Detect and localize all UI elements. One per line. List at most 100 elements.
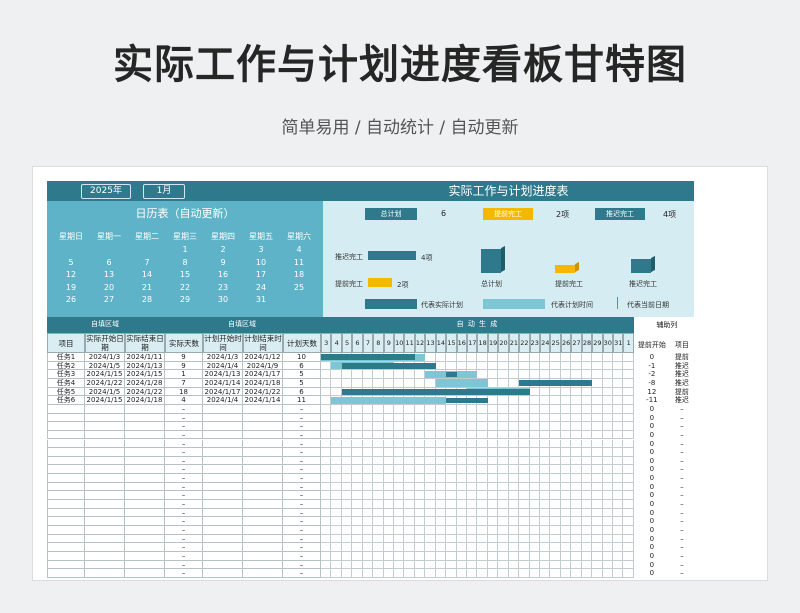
table-cell[interactable]: – xyxy=(283,517,321,526)
table-cell[interactable] xyxy=(203,439,243,449)
table-cell[interactable] xyxy=(203,482,243,492)
table-cell[interactable] xyxy=(47,456,85,466)
table-cell[interactable]: – xyxy=(283,569,321,578)
table-cell[interactable] xyxy=(203,474,243,483)
table-cell[interactable] xyxy=(203,551,243,561)
table-cell[interactable] xyxy=(125,491,165,501)
table-cell[interactable] xyxy=(243,560,283,570)
calendar-day[interactable]: 11 xyxy=(280,258,318,267)
table-cell[interactable] xyxy=(47,560,85,570)
table-cell[interactable]: 2024/1/22 xyxy=(85,378,125,388)
table-cell[interactable]: – xyxy=(165,404,203,414)
table-cell[interactable] xyxy=(125,517,165,526)
table-cell[interactable] xyxy=(243,456,283,466)
year-selector[interactable]: 2025年 xyxy=(81,184,131,199)
table-cell[interactable]: 6 xyxy=(283,361,321,371)
table-cell[interactable]: 2024/1/12 xyxy=(243,353,283,362)
table-cell[interactable] xyxy=(203,517,243,526)
table-cell[interactable]: – xyxy=(283,491,321,501)
table-cell[interactable]: – xyxy=(165,526,203,535)
table-cell[interactable]: – xyxy=(283,551,321,561)
table-cell[interactable]: 5 xyxy=(283,370,321,379)
table-cell[interactable]: 9 xyxy=(165,361,203,371)
calendar-day[interactable]: 13 xyxy=(90,270,128,279)
table-cell[interactable] xyxy=(203,491,243,501)
table-cell[interactable]: – xyxy=(165,500,203,509)
table-cell[interactable] xyxy=(47,439,85,449)
table-cell[interactable] xyxy=(243,534,283,544)
table-cell[interactable]: – xyxy=(283,526,321,535)
table-cell[interactable] xyxy=(85,482,125,492)
table-cell[interactable]: – xyxy=(283,500,321,509)
table-cell[interactable]: 2024/1/17 xyxy=(243,370,283,379)
table-cell[interactable] xyxy=(243,413,283,423)
calendar-day[interactable]: 19 xyxy=(52,283,90,292)
table-cell[interactable] xyxy=(85,508,125,518)
table-cell[interactable] xyxy=(203,456,243,466)
table-cell[interactable]: 2024/1/18 xyxy=(243,378,283,388)
table-cell[interactable] xyxy=(125,526,165,535)
calendar-day[interactable]: 3 xyxy=(242,245,280,254)
table-cell[interactable]: 2024/1/17 xyxy=(203,387,243,397)
table-cell[interactable] xyxy=(203,413,243,423)
table-cell[interactable]: – xyxy=(165,430,203,440)
table-cell[interactable]: – xyxy=(165,491,203,501)
table-cell[interactable]: 9 xyxy=(165,353,203,362)
table-cell[interactable] xyxy=(85,526,125,535)
table-cell[interactable]: 6 xyxy=(283,387,321,397)
table-cell[interactable]: 任务4 xyxy=(47,378,85,388)
table-cell[interactable]: – xyxy=(283,448,321,457)
table-cell[interactable]: – xyxy=(165,422,203,431)
table-cell[interactable]: 2024/1/28 xyxy=(125,378,165,388)
table-cell[interactable]: – xyxy=(283,456,321,466)
calendar-day[interactable]: 1 xyxy=(166,245,204,254)
table-cell[interactable]: – xyxy=(283,543,321,552)
table-cell[interactable] xyxy=(125,569,165,578)
table-cell[interactable]: – xyxy=(283,474,321,483)
table-cell[interactable]: 任务3 xyxy=(47,370,85,379)
calendar-day[interactable]: 5 xyxy=(52,258,90,267)
table-cell[interactable]: – xyxy=(283,508,321,518)
table-cell[interactable] xyxy=(203,500,243,509)
table-cell[interactable] xyxy=(47,543,85,552)
table-cell[interactable] xyxy=(85,569,125,578)
month-selector[interactable]: 1月 xyxy=(143,184,185,199)
table-cell[interactable] xyxy=(125,439,165,449)
table-cell[interactable] xyxy=(243,569,283,578)
table-cell[interactable]: – xyxy=(283,413,321,423)
table-cell[interactable] xyxy=(85,422,125,431)
table-cell[interactable] xyxy=(125,482,165,492)
table-cell[interactable]: – xyxy=(165,456,203,466)
table-cell[interactable]: – xyxy=(283,465,321,475)
table-cell[interactable]: 11 xyxy=(283,396,321,405)
table-cell[interactable]: – xyxy=(165,534,203,544)
table-cell[interactable] xyxy=(243,465,283,475)
table-cell[interactable] xyxy=(243,517,283,526)
table-cell[interactable] xyxy=(85,456,125,466)
table-cell[interactable] xyxy=(85,543,125,552)
table-cell[interactable] xyxy=(85,404,125,414)
table-cell[interactable]: 2024/1/22 xyxy=(125,387,165,397)
table-cell[interactable] xyxy=(243,482,283,492)
table-cell[interactable] xyxy=(47,413,85,423)
table-cell[interactable]: 18 xyxy=(165,387,203,397)
table-cell[interactable]: – xyxy=(165,508,203,518)
table-cell[interactable] xyxy=(203,448,243,457)
table-cell[interactable] xyxy=(85,517,125,526)
calendar-day[interactable]: 18 xyxy=(280,270,318,279)
table-cell[interactable]: – xyxy=(283,560,321,570)
table-cell[interactable] xyxy=(85,500,125,509)
table-cell[interactable]: 2024/1/3 xyxy=(85,353,125,362)
table-cell[interactable] xyxy=(47,534,85,544)
table-cell[interactable]: 2024/1/18 xyxy=(125,396,165,405)
table-cell[interactable]: 1 xyxy=(165,370,203,379)
table-cell[interactable]: 任务5 xyxy=(47,387,85,397)
calendar-day[interactable]: 26 xyxy=(52,295,90,304)
table-cell[interactable] xyxy=(125,422,165,431)
table-cell[interactable]: – xyxy=(283,430,321,440)
calendar-day[interactable]: 21 xyxy=(128,283,166,292)
calendar-day[interactable]: 16 xyxy=(204,270,242,279)
table-cell[interactable] xyxy=(85,560,125,570)
table-cell[interactable] xyxy=(47,422,85,431)
table-cell[interactable] xyxy=(85,465,125,475)
